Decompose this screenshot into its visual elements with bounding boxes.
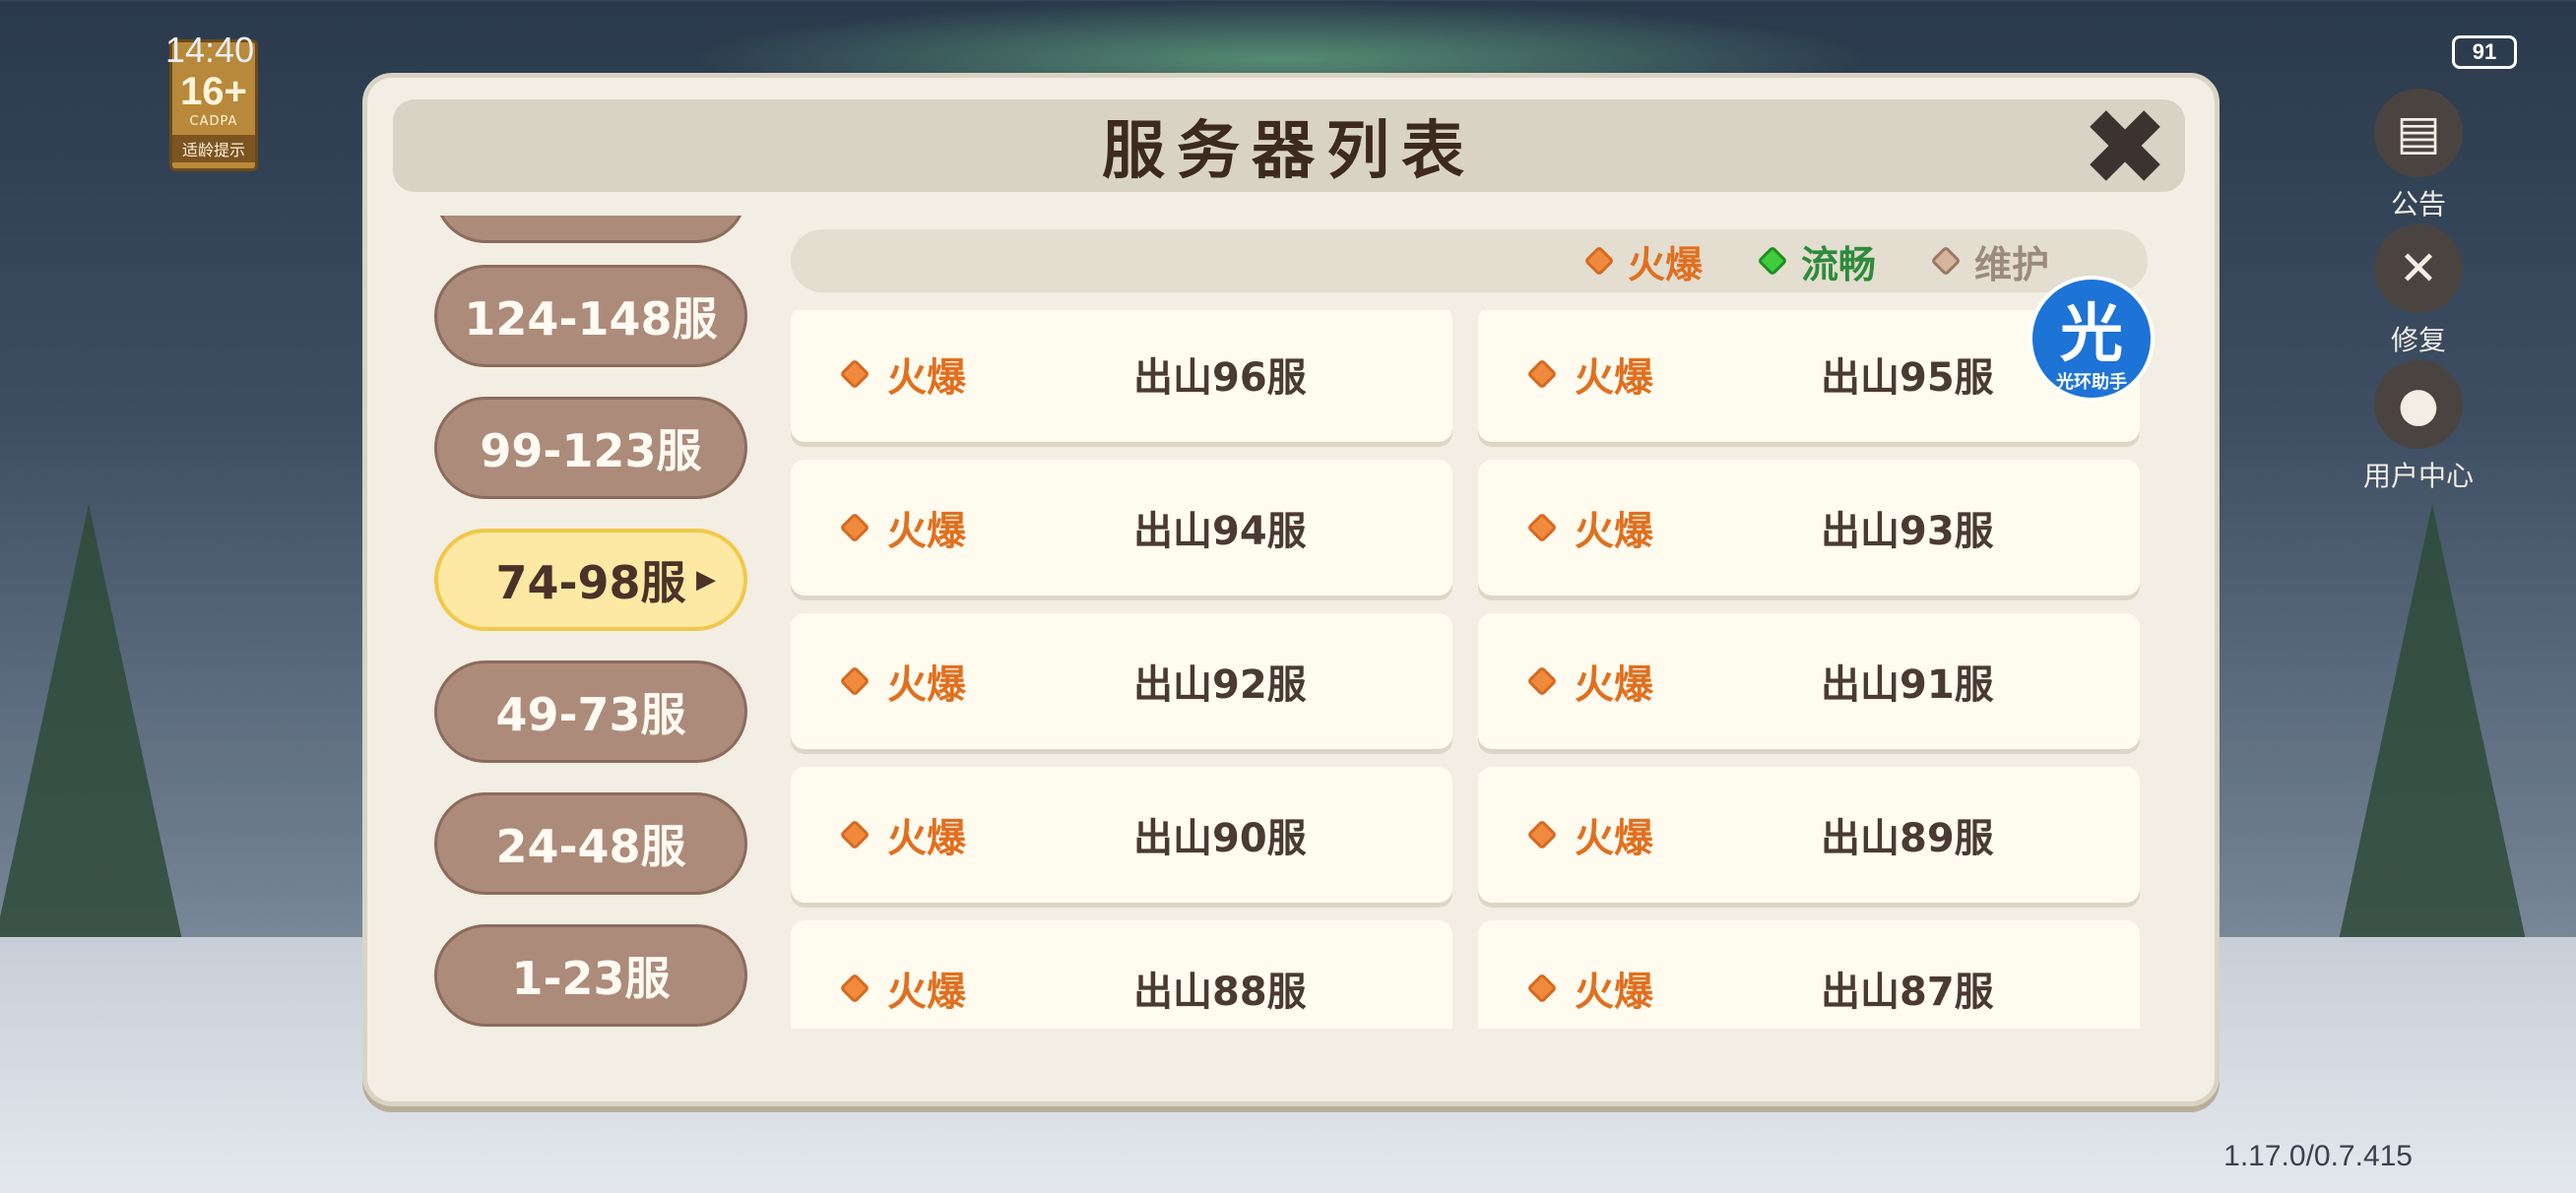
server-card[interactable]: 火爆 出山92服 — [791, 613, 1452, 749]
legend-smooth-label: 流畅 — [1800, 242, 1876, 286]
range-label: 49-73服 — [495, 688, 686, 741]
hot-status-icon — [839, 358, 870, 390]
server-name: 出山96服 — [1133, 355, 1307, 401]
hot-status-icon — [839, 512, 870, 543]
range-label: 1-23服 — [511, 952, 671, 1005]
server-card[interactable]: 火爆 出山93服 — [1478, 460, 2140, 596]
hot-status-icon — [839, 973, 870, 1004]
hot-status-icon — [1526, 665, 1558, 697]
server-status: 火爆 — [887, 816, 966, 861]
server-status: 火爆 — [887, 662, 966, 708]
repair-label: 修复 — [2390, 324, 2446, 356]
legend-maintenance-label: 维护 — [1973, 242, 2049, 286]
range-label: 74-98服 — [495, 556, 686, 609]
hot-status-icon — [1526, 819, 1558, 850]
hot-status-icon — [1526, 973, 1558, 1004]
server-card[interactable]: 火爆 出山87服 — [1478, 920, 2140, 1029]
assistant-icon: 光 — [2060, 298, 2123, 371]
notice-icon: ▤ — [2374, 89, 2463, 177]
notice-label: 公告 — [2390, 188, 2446, 220]
hot-status-icon — [1526, 358, 1558, 390]
age-rating-org: CADPA — [189, 114, 238, 129]
user-center-label: 用户中心 — [2362, 460, 2474, 492]
server-name: 出山88服 — [1133, 970, 1307, 1015]
server-name: 出山95服 — [1821, 355, 1994, 401]
server-name: 出山92服 — [1133, 662, 1307, 708]
maintenance-status-icon — [1930, 245, 1962, 277]
range-label: 99-123服 — [480, 424, 702, 477]
server-card[interactable]: 火爆 出山94服 — [791, 460, 1452, 596]
version-label: 1.17.0/0.7.415 — [2223, 1140, 2413, 1172]
range-button[interactable]: 99-123服 — [434, 397, 747, 499]
server-status: 火爆 — [1575, 816, 1653, 861]
age-rating-tip: 适龄提示 — [172, 135, 255, 162]
server-status: 火爆 — [1575, 970, 1653, 1015]
server-name: 出山90服 — [1133, 816, 1307, 861]
wrench-icon: ✕ — [2374, 224, 2463, 313]
server-card[interactable]: 火爆 出山89服 — [1478, 767, 2140, 903]
server-status: 火爆 — [887, 509, 966, 554]
server-name: 出山94服 — [1133, 509, 1307, 554]
range-label: 24-48服 — [495, 820, 686, 873]
repair-button[interactable]: ✕ 修复 — [2359, 224, 2478, 358]
server-status: 火爆 — [1575, 509, 1653, 554]
user-center-button[interactable]: ● 用户中心 — [2359, 360, 2478, 494]
age-rating: 16+ — [180, 70, 247, 113]
range-button[interactable]: 24-48服 — [434, 792, 747, 895]
hot-status-icon — [839, 665, 870, 697]
legend-smooth: 流畅 — [1757, 234, 1876, 288]
server-card[interactable]: 火爆 出山88服 — [791, 920, 1452, 1029]
assistant-float-button[interactable]: 光 光环助手 — [2029, 276, 2155, 402]
server-name: 出山91服 — [1821, 662, 1994, 708]
hot-status-icon — [1526, 512, 1558, 543]
legend-hot: 火爆 — [1583, 234, 1703, 288]
server-list-dialog: 服务器列表 124-148服 99-123服 74-98服 ▶ 49-73服 24… — [362, 73, 2220, 1106]
range-label: 124-148服 — [464, 292, 718, 345]
status-time: 14:40 — [165, 30, 255, 70]
smooth-status-icon — [1757, 245, 1788, 277]
server-name: 出山93服 — [1821, 509, 1994, 554]
status-legend: 火爆 流畅 维护 — [791, 229, 2148, 292]
user-icon: ● — [2374, 360, 2463, 449]
range-button-active[interactable]: 74-98服 ▶ — [434, 529, 747, 631]
battery-indicator: 91 — [2452, 35, 2517, 69]
caret-right-icon: ▶ — [696, 565, 716, 595]
server-name: 出山89服 — [1821, 816, 1994, 861]
assistant-label: 光环助手 — [2056, 372, 2127, 393]
range-button[interactable]: 49-73服 — [434, 660, 747, 763]
legend-maintenance: 维护 — [1930, 234, 2049, 288]
server-status: 火爆 — [887, 355, 966, 401]
legend-hot-label: 火爆 — [1627, 242, 1703, 286]
server-grid[interactable]: 火爆 出山96服 火爆 出山95服 火爆 出山94服 火爆 出山93服 火爆 出… — [791, 310, 2150, 1029]
server-status: 火爆 — [887, 970, 966, 1015]
server-range-list[interactable]: 124-148服 99-123服 74-98服 ▶ 49-73服 24-48服 1… — [434, 216, 753, 1082]
dialog-title-bar: 服务器列表 — [393, 99, 2185, 192]
server-card[interactable]: 火爆 出山90服 — [791, 767, 1452, 903]
range-button[interactable]: 124-148服 — [434, 265, 747, 367]
server-status: 火爆 — [1575, 355, 1653, 401]
close-icon — [2071, 92, 2179, 200]
server-status: 火爆 — [1575, 662, 1653, 708]
range-button-partial[interactable] — [434, 216, 747, 243]
server-name: 出山87服 — [1821, 970, 1994, 1015]
hot-status-icon — [1583, 245, 1615, 277]
server-card[interactable]: 火爆 出山91服 — [1478, 613, 2140, 749]
hot-status-icon — [839, 819, 870, 850]
range-button[interactable]: 1-23服 — [434, 924, 747, 1027]
dialog-title: 服务器列表 — [1102, 114, 1476, 188]
close-button[interactable] — [2087, 107, 2163, 184]
server-card[interactable]: 火爆 出山96服 — [791, 310, 1452, 442]
notice-button[interactable]: ▤ 公告 — [2359, 89, 2478, 222]
